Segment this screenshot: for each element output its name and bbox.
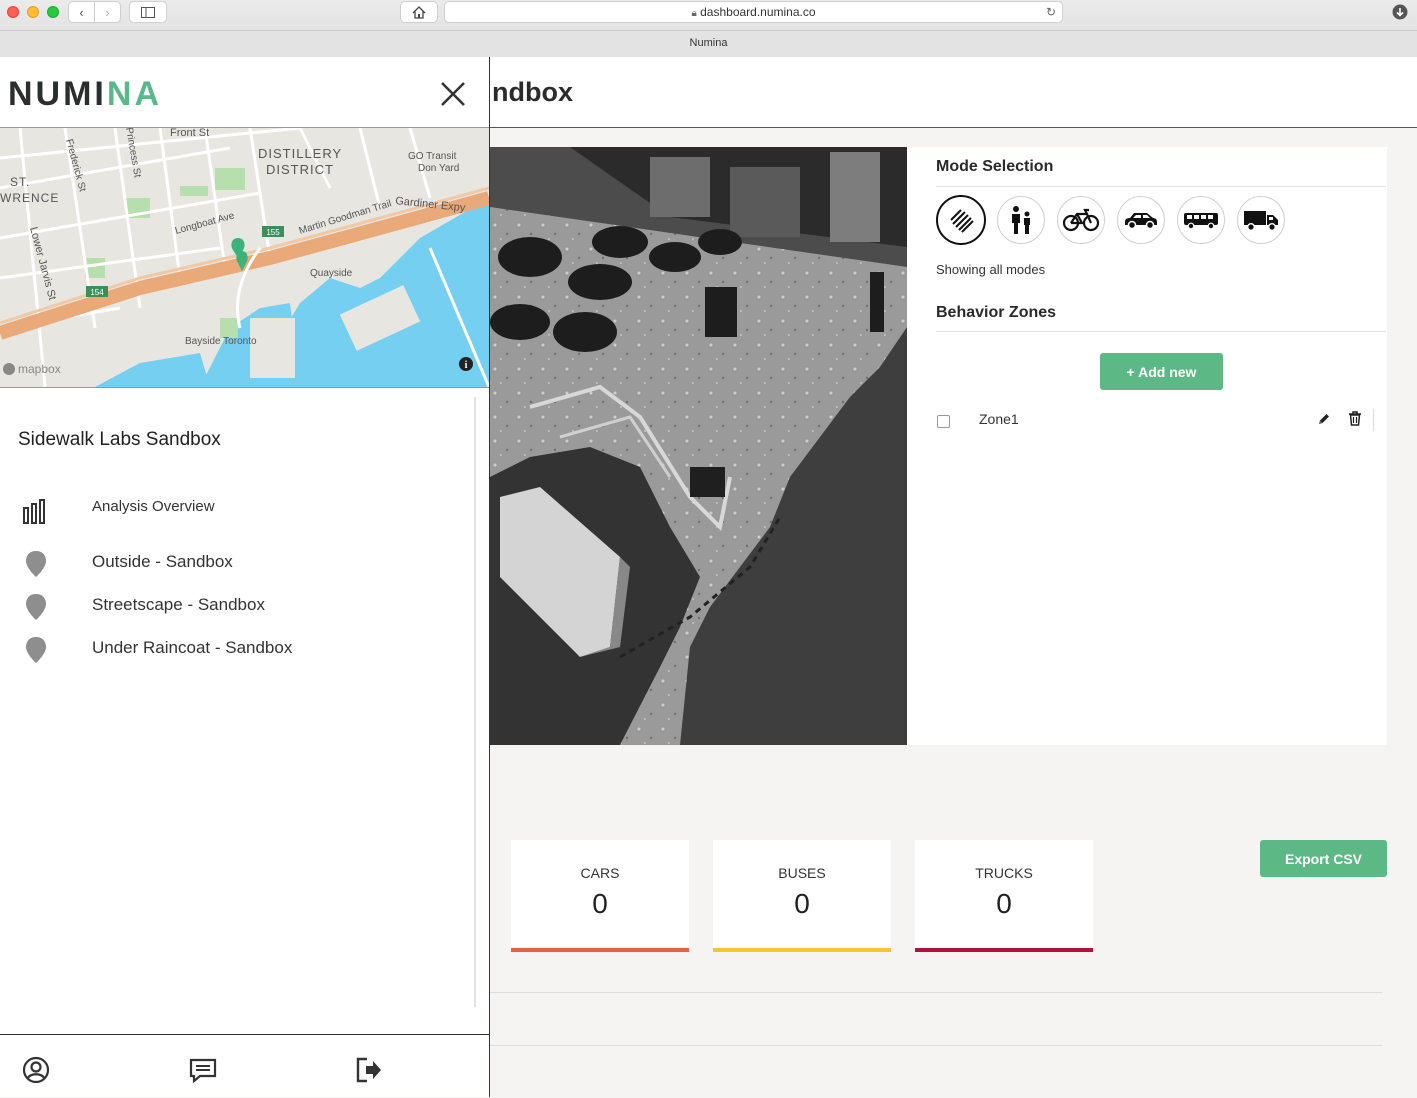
url-text: dashboard.numina.co (700, 5, 816, 19)
stat-card-cars: CARS 0 (511, 840, 689, 952)
nav-item-label: Analysis Overview (92, 498, 215, 515)
svg-text:DISTILLERY: DISTILLERY (258, 146, 342, 161)
sidebar-panel: NUMINA 155 154 Front St Frederick St Pri… (0, 57, 490, 1097)
mode-all-button[interactable] (936, 195, 986, 245)
home-icon (412, 5, 426, 19)
page-header: ndbox (490, 57, 1417, 128)
mode-bicycle-button[interactable] (1057, 196, 1105, 244)
stat-value: 0 (794, 888, 810, 919)
svg-text:ST.: ST. (10, 175, 30, 189)
behavior-zones-heading: Behavior Zones (936, 304, 1057, 321)
stat-color-bar (511, 948, 689, 952)
stat-label: CARS (580, 865, 620, 881)
divider (1373, 409, 1374, 431)
nav-item-outside-sandbox[interactable]: Outside - Sandbox (0, 545, 470, 583)
divider (936, 331, 1386, 332)
location-map[interactable]: 155 154 Front St Frederick St Princess S… (0, 127, 489, 388)
home-button[interactable] (400, 1, 438, 23)
close-window-button[interactable] (7, 6, 19, 18)
mode-truck-button[interactable] (1237, 196, 1285, 244)
nav-item-under-raincoat-sandbox[interactable]: Under Raincoat - Sandbox (0, 631, 470, 669)
svg-text:155: 155 (266, 228, 280, 237)
mode-status-text: Showing all modes (936, 262, 1046, 277)
svg-text:154: 154 (90, 288, 104, 297)
camera-feed-image (490, 147, 907, 745)
location-pin-icon (26, 637, 46, 663)
back-button[interactable]: ‹ (68, 1, 95, 23)
location-pin-icon (26, 551, 46, 577)
site-title: Sidewalk Labs Sandbox (18, 429, 221, 450)
reload-icon[interactable]: ↻ (1046, 2, 1056, 22)
bus-icon (1184, 213, 1218, 230)
mode-selection-heading: Mode Selection (936, 158, 1054, 175)
bicycle-icon (1063, 208, 1099, 232)
address-bar[interactable]: 🔒︎ dashboard.numina.co ↻ (444, 1, 1063, 23)
lock-icon: 🔒︎ (691, 8, 697, 19)
export-csv-button[interactable]: Export CSV (1260, 840, 1387, 877)
tab-title[interactable]: Numina (0, 30, 1417, 57)
car-icon (1125, 213, 1157, 230)
svg-text:GO Transit: GO Transit (408, 151, 457, 162)
nav-item-streetscape-sandbox[interactable]: Streetscape - Sandbox (0, 588, 470, 626)
numina-logo: NUMINA (8, 75, 163, 113)
all-modes-icon (950, 209, 974, 233)
divider (490, 1045, 1382, 1046)
mode-car-button[interactable] (1117, 196, 1165, 244)
minimize-window-button[interactable] (27, 6, 39, 18)
stat-card-buses: BUSES 0 (713, 840, 891, 952)
zoom-window-button[interactable] (47, 6, 59, 18)
nav-item-label: Streetscape - Sandbox (92, 595, 265, 614)
feedback-icon[interactable] (188, 1055, 218, 1085)
truck-icon (1244, 211, 1278, 231)
stat-label: BUSES (778, 865, 826, 881)
pedestrian-icon (1012, 206, 1030, 234)
stat-value: 0 (592, 888, 608, 919)
download-icon (1392, 4, 1408, 20)
mode-selection-panel: Mode Selection Showing all modes Behavio… (907, 147, 1387, 745)
stat-color-bar (713, 948, 891, 952)
nav-item-label: Under Raincoat - Sandbox (92, 638, 293, 657)
sidebar-footer (0, 1034, 489, 1098)
browser-chrome: ‹ › 🔒︎ dashboard.numina.co ↻ Numina (0, 0, 1417, 57)
page-title: ndbox (492, 77, 573, 107)
bar-chart-icon (23, 499, 45, 524)
svg-text:Bayside Toronto: Bayside Toronto (185, 336, 257, 347)
location-pin-icon (26, 594, 46, 620)
zone-checkbox[interactable] (937, 415, 950, 428)
divider (936, 186, 1386, 187)
pencil-edit-icon[interactable] (1317, 412, 1331, 426)
svg-text:DISTRICT: DISTRICT (266, 162, 334, 177)
sidebar-toggle-button[interactable] (129, 1, 167, 23)
svg-text:Quayside: Quayside (310, 268, 353, 279)
nav-item-label: Outside - Sandbox (92, 552, 233, 571)
divider (490, 992, 1382, 993)
sidebar-icon (141, 6, 155, 18)
svg-text:Don Yard: Don Yard (418, 163, 459, 174)
svg-text:mapbox: mapbox (18, 362, 61, 376)
stat-value: 0 (996, 888, 1012, 919)
trash-icon[interactable] (1348, 411, 1362, 426)
user-account-icon[interactable] (21, 1055, 51, 1085)
stat-color-bar (915, 948, 1093, 952)
chevron-left-icon: ‹ (79, 4, 84, 20)
sidebar-scrollbar[interactable] (474, 397, 476, 1007)
add-zone-button[interactable]: + Add new (1100, 353, 1223, 390)
chevron-right-icon: › (105, 4, 110, 20)
svg-text:WRENCE: WRENCE (0, 191, 59, 205)
mapbox-logo-icon (3, 363, 15, 375)
logout-icon[interactable] (354, 1055, 384, 1085)
svg-text:i: i (465, 360, 468, 371)
close-icon[interactable] (436, 77, 470, 111)
forward-button[interactable]: › (94, 1, 121, 23)
zone-name: Zone1 (979, 411, 1019, 427)
svg-text:Front St: Front St (170, 128, 209, 139)
mode-pedestrian-button[interactable] (997, 196, 1045, 244)
downloads-button[interactable] (1387, 1, 1413, 23)
mode-bus-button[interactable] (1177, 196, 1225, 244)
nav-item-analysis-overview[interactable]: Analysis Overview (0, 491, 470, 529)
stat-label: TRUCKS (975, 865, 1033, 881)
stat-card-trucks: TRUCKS 0 (915, 840, 1093, 952)
